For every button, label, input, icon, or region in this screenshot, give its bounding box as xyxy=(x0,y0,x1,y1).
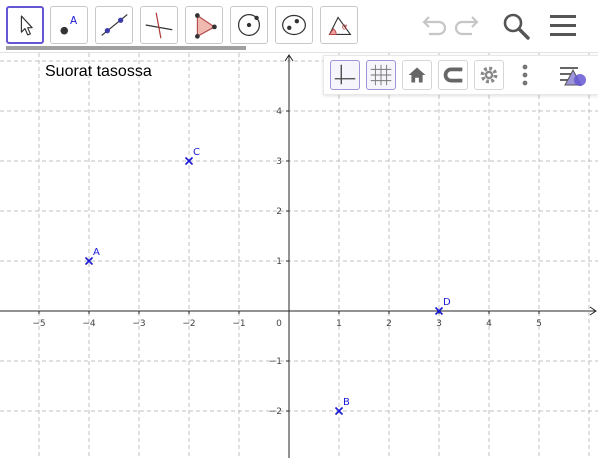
y-tick-label: −1 xyxy=(269,357,282,367)
ellipse-tool-button[interactable] xyxy=(275,6,313,44)
point-b[interactable]: B xyxy=(334,397,351,416)
y-tick-label: 4 xyxy=(276,107,282,117)
angle-tool-button[interactable]: α xyxy=(320,6,358,44)
x-tick-label: 1 xyxy=(336,319,342,329)
polygon-tool-button[interactable] xyxy=(185,6,223,44)
more-options-icon xyxy=(522,64,528,86)
y-tick-label: 2 xyxy=(276,207,282,217)
graphics-style-bar xyxy=(323,55,598,95)
y-tick-label: −2 xyxy=(269,407,282,417)
move-tool-button[interactable] xyxy=(6,6,44,44)
toggle-style-bar-icon xyxy=(560,67,586,86)
redo-icon xyxy=(454,16,479,36)
circle-center-point-icon xyxy=(237,13,261,37)
graphics-view[interactable]: −5 −4 −3 −2 −1 1 2 3 4 5 4 3 2 1 −1 −2 0 A C D B xyxy=(0,53,598,458)
y-tick-label: 3 xyxy=(276,157,282,167)
x-tick-label: −5 xyxy=(32,319,45,329)
y-tick-label: 1 xyxy=(276,257,282,267)
point-tool-button[interactable]: A xyxy=(50,6,88,44)
perpendicular-line-tool-button[interactable] xyxy=(140,6,178,44)
polygon-icon xyxy=(195,13,217,39)
point-a[interactable]: A xyxy=(84,247,101,266)
graphics-settings-button[interactable] xyxy=(474,60,504,90)
point-icon: A xyxy=(60,15,78,35)
settings-gear-icon xyxy=(480,66,498,84)
toolbar-scroll-indicator xyxy=(6,46,246,50)
points-layer[interactable]: A C D B xyxy=(84,147,452,416)
x-tick-label: −1 xyxy=(232,319,245,329)
x-tick-label: 3 xyxy=(436,319,442,329)
tick-labels: −5 −4 −3 −2 −1 1 2 3 4 5 4 3 2 1 −1 −2 0 xyxy=(32,107,542,417)
point-capturing-icon xyxy=(443,67,463,83)
line-through-points-icon xyxy=(101,14,128,36)
grid-toggle-button[interactable] xyxy=(366,60,396,90)
view-title: Suorat tasossa xyxy=(45,63,152,80)
more-options-button[interactable] xyxy=(510,60,540,90)
axes-toggle-button[interactable] xyxy=(330,60,360,90)
redo-button[interactable] xyxy=(450,8,486,44)
undo-button[interactable] xyxy=(415,8,451,44)
hamburger-menu-icon xyxy=(550,15,576,36)
coordinate-plane[interactable]: −5 −4 −3 −2 −1 1 2 3 4 5 4 3 2 1 −1 −2 0 A C D B xyxy=(0,53,598,458)
undo-icon xyxy=(422,16,447,36)
home-view-icon xyxy=(408,67,426,83)
point-c[interactable]: C xyxy=(184,147,201,166)
angle-tool-label: α xyxy=(342,23,348,33)
point-capturing-button[interactable] xyxy=(438,60,468,90)
search-button[interactable] xyxy=(498,8,534,44)
circle-tool-button[interactable] xyxy=(230,6,268,44)
grid-lines xyxy=(0,53,598,458)
point-tool-label: A xyxy=(70,15,78,27)
point-d[interactable]: D xyxy=(434,297,452,316)
ellipse-icon xyxy=(282,14,306,36)
x-tick-label: 4 xyxy=(486,319,492,329)
x-tick-label: −3 xyxy=(132,319,145,329)
standard-view-button[interactable] xyxy=(402,60,432,90)
angle-icon: α xyxy=(328,16,352,36)
x-tick-label: 5 xyxy=(536,319,542,329)
perpendicular-line-icon xyxy=(145,12,173,39)
x-tick-label: −2 xyxy=(182,319,195,329)
main-toolbar: A α xyxy=(0,0,598,53)
origin-label: 0 xyxy=(276,319,282,329)
toggle-style-bar-button[interactable] xyxy=(556,60,592,90)
x-tick-label: 2 xyxy=(386,319,392,329)
point-label: D xyxy=(443,297,451,308)
grid-toggle-icon xyxy=(370,64,392,86)
cursor-arrow-icon xyxy=(20,15,33,36)
point-label: C xyxy=(193,147,200,158)
axes-toggle-icon xyxy=(334,64,356,85)
point-label: A xyxy=(93,247,100,258)
search-icon xyxy=(503,13,530,40)
point-label: B xyxy=(343,397,350,408)
line-tool-button[interactable] xyxy=(95,6,133,44)
x-tick-label: −4 xyxy=(82,319,96,329)
main-menu-button[interactable] xyxy=(545,8,581,44)
